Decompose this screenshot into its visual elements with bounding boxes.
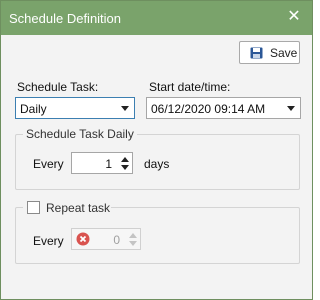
dialog-title: Schedule Definition (9, 11, 122, 26)
chevron-down-icon (121, 106, 129, 111)
error-x-icon (76, 232, 90, 246)
repeat-task-checkbox[interactable] (27, 201, 40, 214)
spin-up-icon (129, 233, 137, 238)
close-icon: ✕ (287, 8, 301, 25)
spin-up-icon[interactable] (121, 157, 129, 162)
repeat-every-value: 0 (113, 233, 120, 247)
start-datetime-label: Start date/time: (149, 80, 231, 94)
chevron-down-icon (287, 106, 295, 111)
schedule-task-value: Daily (20, 102, 47, 116)
save-button[interactable]: Save (239, 41, 300, 64)
schedule-definition-dialog: Schedule Definition ✕ Save Schedule Task… (0, 0, 313, 300)
daily-every-spinner[interactable]: 1 (71, 152, 133, 174)
start-datetime-picker[interactable]: 06/12/2020 09:14 AM (146, 97, 301, 119)
schedule-task-daily-legend: Schedule Task Daily (23, 127, 137, 141)
daily-unit-label: days (144, 157, 170, 171)
title-bar: Schedule Definition ✕ (1, 1, 312, 35)
schedule-task-select[interactable]: Daily (15, 97, 135, 119)
repeat-every-spinner: 0 (71, 228, 141, 250)
spin-down-icon[interactable] (121, 165, 129, 170)
repeat-every-label: Every (33, 234, 64, 248)
floppy-disk-icon (250, 47, 263, 59)
daily-every-value: 1 (105, 157, 112, 171)
daily-every-label: Every (33, 157, 64, 171)
save-button-label: Save (270, 46, 298, 60)
repeat-task-label[interactable]: Repeat task (46, 201, 110, 215)
schedule-task-label: Schedule Task: (17, 80, 99, 94)
close-button[interactable]: ✕ (284, 7, 304, 27)
spin-down-icon (129, 241, 137, 246)
start-datetime-value: 06/12/2020 09:14 AM (151, 102, 266, 116)
